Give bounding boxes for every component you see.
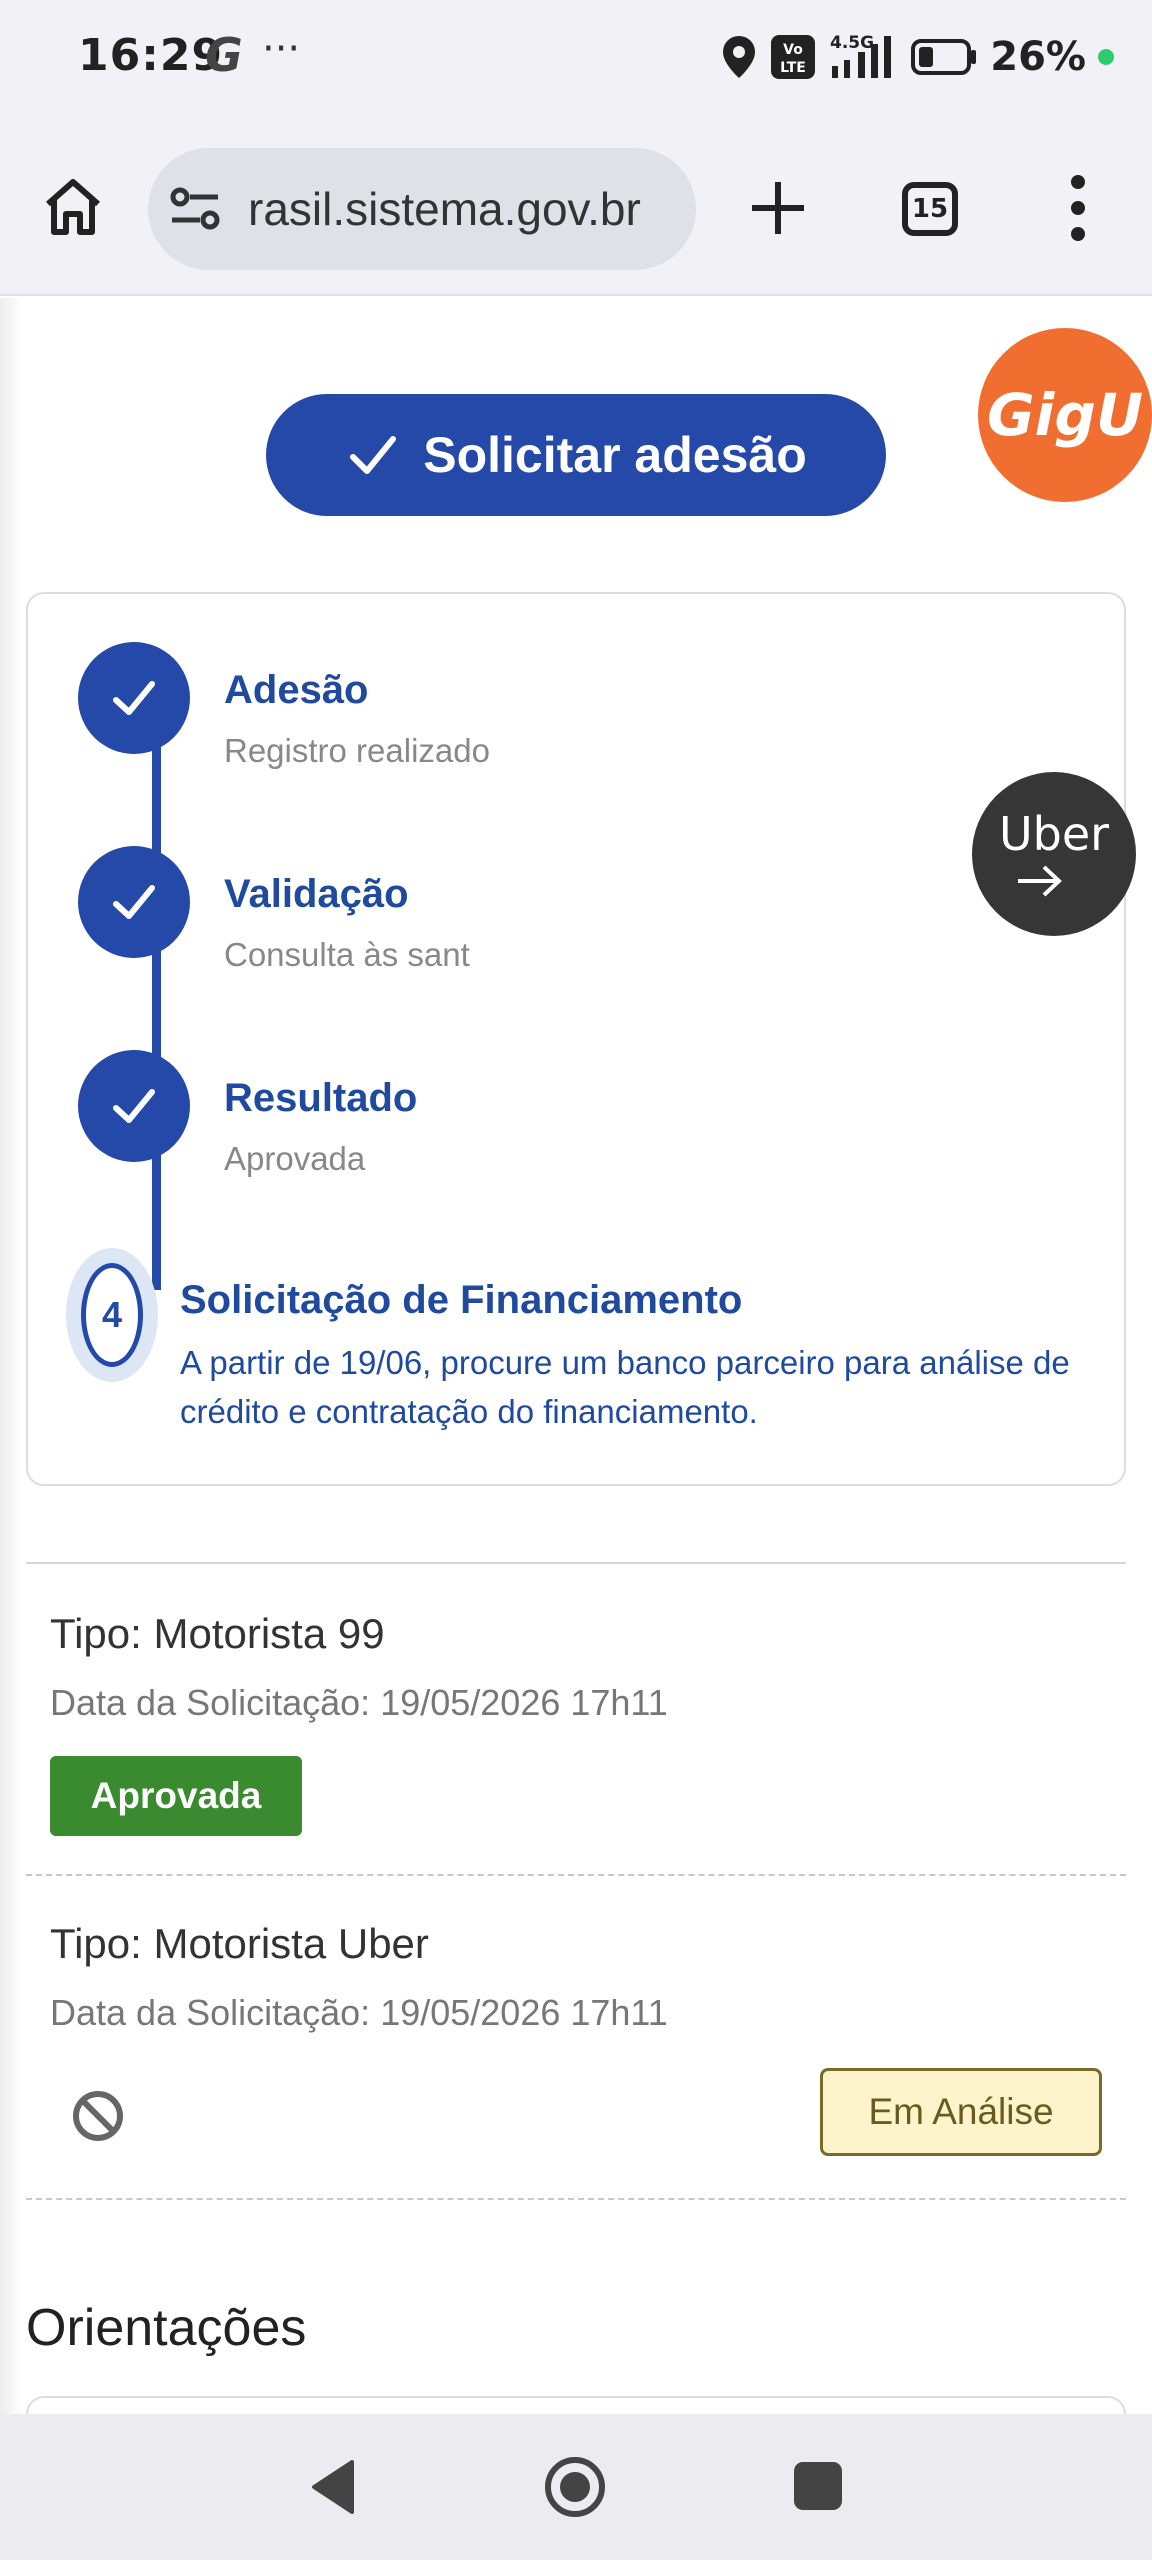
location-icon [723,36,756,78]
browser-toolbar: rasil.sistema.gov.br 15 [0,118,1152,296]
more-menu-icon[interactable] [1064,172,1092,244]
step-4-description: A partir de 19/06, procure um banco parc… [180,1344,1070,1430]
recent-apps-icon[interactable] [790,2458,846,2514]
step-3-subtitle: Aprovada [224,1140,366,1177]
step-4-number: 4 [81,1263,143,1367]
step-1-check-icon [78,642,190,754]
network-type-label: 4.5G [830,33,874,53]
solicitar-adesao-button[interactable]: Solicitar adesão [266,394,886,516]
orientacoes-card [26,2396,1126,2414]
block-icon[interactable] [70,2088,126,2144]
gigu-floating-button[interactable]: GigU [978,328,1152,502]
step-2-title: Validação [224,872,409,916]
status-badge-approved: Aprovada [50,1756,302,1836]
request-2-tipo: Tipo: Motorista Uber [50,1920,429,1967]
svg-text:LTE: LTE [780,60,806,76]
google-icon: G [205,28,243,82]
home-icon[interactable] [42,176,104,238]
request-2-date: Data da Solicitação: 19/05/2026 17h11 [50,1992,668,2033]
battery-icon [911,39,977,75]
page-content: Solicitar adesão GigU Adesão Registro re… [0,298,1152,2414]
arrow-right-icon [1018,865,1062,897]
step-3-title: Resultado [224,1076,418,1120]
status-time: 16:29 [78,30,224,81]
request-divider [26,2198,1126,2200]
step-1-subtitle: Registro realizado [224,732,490,769]
new-tab-icon[interactable] [748,178,808,238]
signal-icon: 4.5G [830,33,892,78]
privacy-indicator-dot [1098,49,1114,65]
solicitar-adesao-label: Solicitar adesão [423,427,807,483]
site-settings-icon[interactable] [168,182,224,236]
step-4-title: Solicitação de Financiamento [180,1278,743,1322]
battery-percent: 26% [990,34,1086,80]
system-navigation-bar [0,2414,1152,2560]
back-icon[interactable] [300,2454,366,2520]
orientacoes-heading: Orientações [26,2299,307,2357]
volte-icon: Vo LTE [771,35,816,79]
left-edge-shadow [0,298,22,2414]
steps-connector-line [152,720,161,1290]
address-bar[interactable]: rasil.sistema.gov.br [148,148,696,270]
step-3-check-icon [78,1050,190,1162]
status-indicators: Vo LTE 4.5G 26% [720,32,1114,82]
status-bar: 16:29 G ··· Vo LTE 4.5G 26% [0,0,1152,118]
status-badge-in-analysis: Em Análise [820,2068,1102,2156]
request-1-date: Data da Solicitação: 19/05/2026 17h11 [50,1682,668,1723]
tab-switcher-button[interactable]: 15 [902,182,958,236]
progress-steps-card: Adesão Registro realizado Validação Cons… [26,592,1126,1486]
uber-floating-button[interactable]: Uber [972,772,1136,936]
more-notifications-icon: ··· [262,26,301,72]
uber-label: Uber [998,806,1110,861]
step-2-check-icon [78,846,190,958]
section-divider [26,1562,1126,1564]
step-1-title: Adesão [224,668,369,712]
home-nav-icon[interactable] [542,2454,608,2520]
request-divider [26,1874,1126,1876]
request-1-tipo: Tipo: Motorista 99 [50,1610,385,1657]
check-icon [350,436,397,474]
svg-text:Vo: Vo [783,42,803,58]
step-2-subtitle: Consulta às sant [224,936,470,973]
url-text[interactable]: rasil.sistema.gov.br [248,182,678,236]
step-4-indicator: 4 [66,1248,158,1382]
